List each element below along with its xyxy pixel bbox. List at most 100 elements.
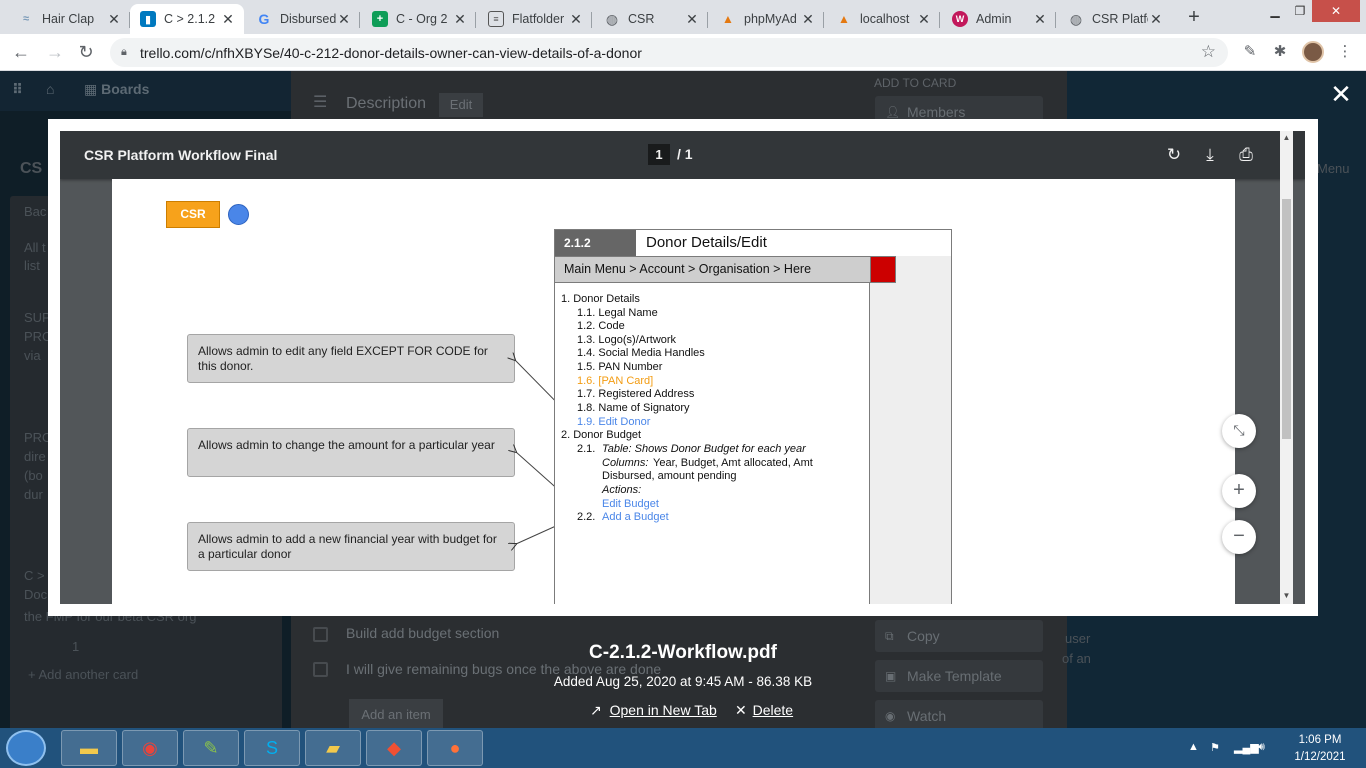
forward-button[interactable]: → — [42, 40, 68, 66]
browser-tab[interactable]: ▲ localhost ✕ — [826, 4, 940, 34]
scroll-down-arrow[interactable]: ▼ — [1280, 591, 1293, 600]
outline-item: Year, Budget, Amt allocated, Amt — [653, 457, 813, 469]
start-button[interactable] — [6, 730, 46, 766]
close-tab-icon[interactable]: ✕ — [1148, 11, 1164, 28]
close-tab-icon[interactable]: ✕ — [684, 11, 700, 28]
zoom-in-button[interactable]: + — [1222, 474, 1256, 508]
windows-taskbar: ▬ ◉ ✎ S ▰ ◆ ● ▲ ⚑ ▂▄▆ 🔊︎ 1:06 PM 1/12/20… — [0, 728, 1366, 768]
close-tab-icon[interactable]: ✕ — [1032, 11, 1048, 28]
file-explorer-icon[interactable]: ▬ — [61, 730, 117, 766]
bookmark-star-icon[interactable]: ☆ — [1201, 42, 1216, 62]
delete-link[interactable]: ✕ Delete — [735, 702, 793, 719]
browser-tab[interactable]: ≡ Flatfolder ✕ — [478, 4, 592, 34]
extensions-puzzle-icon[interactable]: ✱ — [1269, 42, 1291, 64]
apps-icon[interactable]: ⠿ — [12, 81, 23, 98]
zoom-out-button[interactable]: − — [1222, 520, 1256, 554]
checklist-checkbox[interactable] — [313, 627, 328, 642]
download-icon[interactable]: ⤓ — [1198, 143, 1222, 167]
scroll-thumb[interactable] — [1282, 199, 1291, 439]
address-bar[interactable]: 🔒︎ trello.com/c/nfhXBYSe/40-c-212-donor-… — [110, 38, 1228, 67]
close-tab-icon[interactable]: ✕ — [220, 11, 236, 28]
browser-tab[interactable]: ≈ Hair Clap ✕ — [8, 4, 130, 34]
close-tab-icon[interactable]: ✕ — [800, 11, 816, 28]
list-line: C > — [24, 568, 45, 583]
open-new-tab-link[interactable]: ↗ Open in New Tab — [590, 702, 717, 719]
page-number-input[interactable]: 1 — [648, 144, 670, 165]
close-overlay-icon[interactable]: ✕ — [1328, 81, 1354, 108]
list-line: list — [24, 258, 40, 273]
outline-link-edit-donor: 1.9. Edit Donor — [577, 416, 651, 428]
watch-button[interactable]: ◉ Watch — [875, 700, 1043, 728]
globe-icon: ◍ — [1069, 10, 1083, 27]
close-window-button[interactable]: ✕ — [1312, 0, 1360, 22]
browser-tab[interactable]: ◍ CSR Platfo ✕ — [1058, 4, 1172, 34]
x-icon: ✕ — [735, 702, 747, 718]
wireframe-side-column — [869, 256, 951, 604]
attachment-filename: C-2.1.2-Workflow.pdf — [589, 642, 777, 663]
browser-tab[interactable]: + C - Org 2 ✕ — [362, 4, 476, 34]
browser-tab[interactable]: ▲ phpMyAd ✕ — [710, 4, 824, 34]
volume-icon[interactable]: 🔊︎ — [1258, 741, 1265, 754]
boards-button[interactable]: ▦ Boards — [84, 81, 149, 98]
outline-link-add-budget: Add a Budget — [602, 511, 669, 523]
close-tab-icon[interactable]: ✕ — [452, 11, 468, 28]
browser-tab[interactable]: G Disbursed ✕ — [246, 4, 360, 34]
fit-to-page-button[interactable]: ⤡ — [1222, 414, 1256, 448]
url-text: trello.com/c/nfhXBYSe/40-c-212-donor-det… — [140, 44, 642, 61]
chrome-menu-icon[interactable]: ⋮ — [1334, 42, 1356, 64]
wave-icon: ≈ — [22, 13, 30, 25]
rotate-icon[interactable]: ↻ — [1162, 143, 1186, 167]
close-tab-icon[interactable]: ✕ — [336, 11, 352, 28]
git-icon[interactable]: ◆ — [366, 730, 422, 766]
skype-icon[interactable]: S — [244, 730, 300, 766]
list-line: via — [24, 348, 41, 363]
sticky-notes-icon[interactable]: ▰ — [305, 730, 361, 766]
reload-button[interactable]: ↻ — [73, 40, 99, 66]
clock-time[interactable]: 1:06 PM — [1290, 734, 1350, 746]
phpmyadmin-icon: ▲ — [722, 12, 734, 26]
pdf-title: CSR Platform Workflow Final — [84, 147, 278, 163]
browser-tab[interactable]: W Admin ✕ — [942, 4, 1056, 34]
list-line: (bo — [24, 468, 43, 483]
outline-item: 1.2. Code — [577, 320, 625, 332]
back-button[interactable]: ← — [8, 40, 34, 66]
close-tab-icon[interactable]: ✕ — [106, 11, 122, 28]
browser-tab-active[interactable]: ▮ C > 2.1.2 ✕ — [130, 4, 244, 34]
description-icon: ☰ — [313, 94, 328, 111]
chrome-icon[interactable]: ◉ — [122, 730, 178, 766]
scroll-up-arrow[interactable]: ▲ — [1280, 133, 1293, 142]
checklist-item: Build add budget section — [346, 625, 500, 641]
outline-item: 1. Donor Details — [561, 293, 640, 305]
outline-item: 1.3. Logo(s)/Artwork — [577, 334, 677, 346]
close-tab-icon[interactable]: ✕ — [568, 11, 584, 28]
outline-item: Table: Shows Donor Budget for each year — [602, 443, 806, 455]
minimize-button[interactable]: ▁ — [1262, 0, 1288, 22]
board-menu-label[interactable]: Menu — [1317, 159, 1350, 179]
outline-item: Disbursed, amount pending — [602, 470, 737, 482]
add-item-button[interactable]: Add an item — [349, 699, 443, 728]
notepad-icon[interactable]: ✎ — [183, 730, 239, 766]
page-total: / 1 — [677, 146, 693, 162]
outline-item-number: 2.1. — [577, 443, 596, 455]
browser-tab-strip: ≈ Hair Clap ✕ ▮ C > 2.1.2 ✕ G Disbursed … — [0, 0, 1366, 34]
print-icon[interactable]: ⎙ — [1234, 143, 1258, 167]
extension-icon[interactable]: ✎ — [1239, 42, 1261, 64]
maximize-button[interactable]: ❐ — [1288, 0, 1312, 22]
tray-expand-icon[interactable]: ▲ — [1188, 741, 1199, 753]
firefox-icon[interactable]: ● — [427, 730, 483, 766]
signal-icon[interactable]: ▂▄▆ — [1234, 741, 1259, 754]
close-tab-icon[interactable]: ✕ — [916, 11, 932, 28]
outline-item: 1.5. PAN Number — [577, 361, 663, 373]
profile-avatar[interactable] — [1302, 41, 1324, 63]
clock-date[interactable]: 1/12/2021 — [1287, 751, 1353, 763]
sheets-icon: + — [372, 11, 388, 27]
pdf-scrollbar[interactable]: ▲ ▼ — [1280, 131, 1293, 604]
outline-item: Columns: — [602, 457, 649, 469]
browser-tab[interactable]: ◍ CSR ✕ — [594, 4, 708, 34]
network-warning-icon[interactable]: ⚑ — [1210, 741, 1220, 754]
home-icon[interactable]: ⌂ — [46, 81, 54, 97]
attachment-meta: Added Aug 25, 2020 at 9:45 AM - 86.38 KB — [553, 674, 813, 689]
edit-description-button[interactable]: Edit — [439, 93, 483, 117]
attachment-preview: CSR Platform Workflow Final 1 / 1 ↻ ⤓ ⎙ … — [48, 119, 1318, 616]
new-tab-button[interactable]: + — [1181, 6, 1207, 30]
